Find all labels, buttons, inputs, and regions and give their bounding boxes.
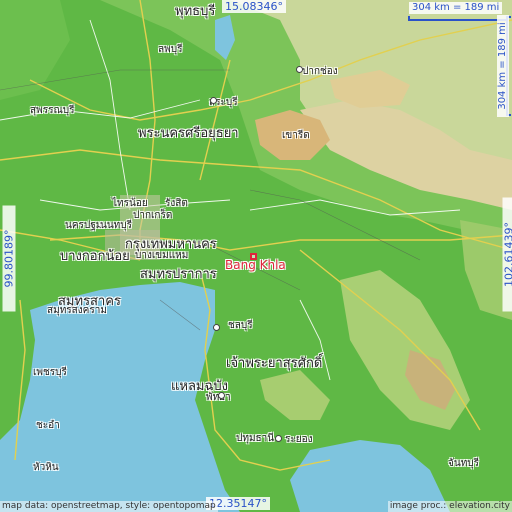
town-marker bbox=[218, 392, 225, 399]
place-label: จันทบุรี bbox=[448, 458, 480, 469]
place-label: ปากเกร็ด bbox=[133, 210, 173, 221]
town-marker bbox=[296, 66, 303, 73]
horizontal-scale-label: 304 km = 189 mi bbox=[409, 2, 503, 14]
longitude-right-label: 102.61439° bbox=[502, 197, 512, 312]
place-label: ปากช่อง bbox=[302, 66, 338, 77]
place-label: ระยอง bbox=[285, 434, 313, 445]
image-attribution: image proc.: elevation.city bbox=[387, 501, 512, 512]
place-label: บางเขมแหม bbox=[135, 250, 189, 261]
place-label: ลพบุรี bbox=[158, 44, 183, 55]
place-label: สมุทรปราการ bbox=[140, 267, 217, 282]
place-label: นครปฐม bbox=[65, 220, 103, 231]
latitude-top-label: 15.08346° bbox=[222, 0, 286, 13]
place-label: สุพรรณบุรี bbox=[30, 105, 75, 116]
place-label: พุทธบุรี bbox=[175, 4, 216, 19]
place-label: เจ้าพระยาสุรศักดิ์ bbox=[226, 356, 323, 371]
city-name-label: Bang Khla bbox=[225, 258, 286, 272]
horizontal-scale-bar bbox=[408, 16, 508, 21]
town-marker bbox=[210, 97, 217, 104]
place-label: พระนครศรีอยุธยา bbox=[138, 126, 239, 141]
place-label: นนทบุรี bbox=[100, 220, 132, 231]
place-label: หัวหิน bbox=[33, 462, 59, 473]
town-marker bbox=[213, 324, 220, 331]
place-label: บางกอกน้อย bbox=[60, 249, 130, 264]
map-attribution: map data: openstreetmap, style: opentopo… bbox=[0, 501, 218, 512]
town-marker bbox=[275, 435, 282, 442]
place-label: เขารีด bbox=[282, 130, 310, 141]
elevation-map: พุทธบุรี สุพรรณบุรี สระบุรี พระนครศรีอยุ… bbox=[0, 0, 512, 512]
place-label: เพชรบุรี bbox=[33, 367, 67, 378]
place-label: ชะอำ bbox=[36, 420, 60, 431]
place-label: สมุทรสงคราม bbox=[47, 305, 107, 316]
place-label: ปทุมธานี bbox=[236, 433, 275, 444]
longitude-left-label: 99.80189° bbox=[2, 205, 16, 312]
vertical-scale-label: 304 km = 189 mi bbox=[497, 15, 509, 117]
place-label: ชลบุรี bbox=[228, 320, 253, 331]
